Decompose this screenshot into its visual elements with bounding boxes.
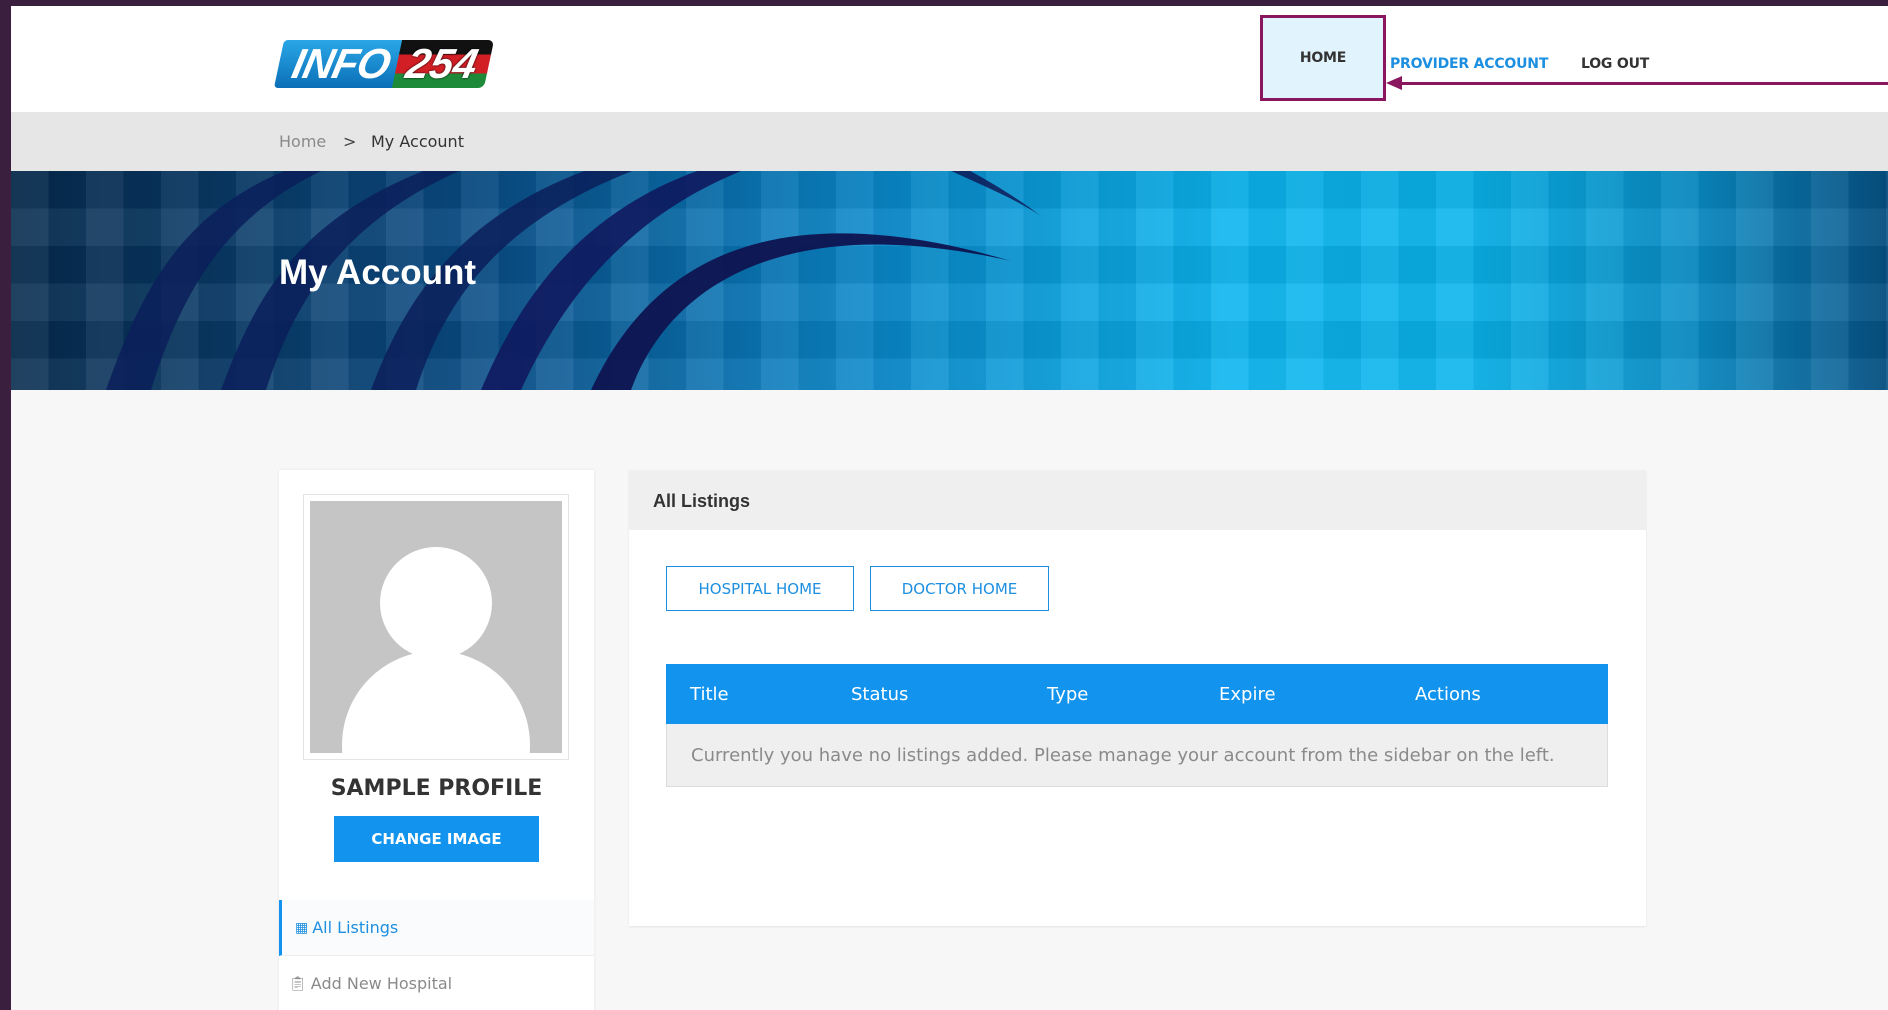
- hero-banner: My Account: [11, 171, 1888, 390]
- breadcrumb-home-link[interactable]: Home: [279, 132, 326, 151]
- empty-message: Currently you have no listings added. Pl…: [691, 744, 1555, 766]
- annotation-arrow-line: [1401, 82, 1888, 85]
- panel-header: All Listings: [629, 470, 1646, 530]
- hospital-home-button[interactable]: HOSPITAL HOME: [666, 566, 854, 611]
- avatar-frame: [303, 494, 569, 760]
- sidebar-item-add-new-hospital[interactable]: 📋︎ Add New Hospital: [279, 956, 594, 1010]
- breadcrumb-current: My Account: [371, 132, 464, 151]
- sidebar-item-all-listings[interactable]: ▦ All Listings: [279, 900, 594, 956]
- nav-home-link[interactable]: HOME: [1260, 15, 1386, 101]
- table-header: Title Status Type Expire Actions: [666, 664, 1608, 724]
- nav-log-out-link[interactable]: LOG OUT: [1581, 56, 1649, 72]
- doctor-home-button[interactable]: DOCTOR HOME: [870, 566, 1049, 611]
- main-nav: HOME PROVIDER ACCOUNT LOG OUT: [11, 6, 1888, 112]
- avatar-body-shape: [342, 651, 530, 753]
- table-empty-row: Currently you have no listings added. Pl…: [666, 724, 1608, 787]
- column-header-expire: Expire: [1219, 684, 1276, 705]
- avatar-head-shape: [380, 547, 492, 659]
- column-header-title: Title: [690, 684, 729, 705]
- sidebar-item-label: Add New Hospital: [310, 974, 453, 993]
- breadcrumb: Home > My Account: [11, 112, 1888, 171]
- sidebar-menu: ▦ All Listings 📋︎ Add New Hospital: [279, 900, 594, 1010]
- avatar: [310, 501, 562, 753]
- nav-home-label: HOME: [1299, 50, 1347, 66]
- page: INFO 254 HOME PROVIDER ACCOUNT LOG OUT H…: [11, 6, 1888, 1010]
- listings-panel: All Listings HOSPITAL HOME DOCTOR HOME T…: [629, 470, 1646, 926]
- clipboard-icon: 📋︎: [289, 975, 307, 992]
- grid-icon: ▦: [295, 919, 309, 936]
- panel-title: All Listings: [653, 491, 751, 511]
- column-header-status: Status: [851, 684, 909, 705]
- listings-table: Title Status Type Expire Actions Current…: [666, 664, 1608, 787]
- profile-sidebar: SAMPLE PROFILE CHANGE IMAGE ▦ All Listin…: [279, 470, 594, 1010]
- annotation-arrow-head-icon: [1386, 76, 1402, 90]
- change-image-button[interactable]: CHANGE IMAGE: [334, 816, 539, 862]
- column-header-type: Type: [1047, 684, 1089, 705]
- column-header-actions: Actions: [1415, 684, 1481, 705]
- profile-name: SAMPLE PROFILE: [330, 776, 543, 801]
- site-header: INFO 254 HOME PROVIDER ACCOUNT LOG OUT: [11, 6, 1888, 112]
- breadcrumb-separator: >: [343, 132, 357, 151]
- nav-provider-account-link[interactable]: PROVIDER ACCOUNT: [1390, 56, 1548, 72]
- sidebar-item-label: All Listings: [312, 918, 399, 937]
- page-title: My Account: [279, 253, 477, 292]
